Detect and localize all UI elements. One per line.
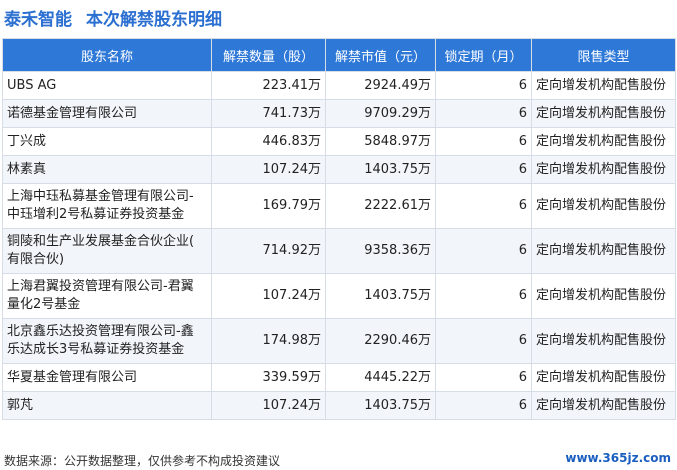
shareholder-name-line: 林素真: [7, 161, 47, 177]
unlock-value-cell: 1403.75万: [325, 155, 436, 184]
column-header-quantity: 解禁数量（股）: [211, 38, 326, 72]
column-header-market-value: 解禁市值（元）: [325, 38, 436, 72]
restriction-type-cell: 定向增发机构配售股份: [531, 155, 676, 184]
shareholder-name-cell: 上海君翼投资管理有限公司-君翼 量化2号基金: [2, 273, 212, 319]
table-row: 铜陵和生产业发展基金合伙企业( 有限合伙) 714.92万 9358.36万 6 定向增发…: [2, 228, 676, 274]
site-watermark: www.365jz.com: [565, 451, 671, 465]
column-header-name: 股东名称: [2, 38, 212, 72]
restriction-type-cell: 定向增发机构配售股份: [531, 363, 676, 392]
lock-period-cell: 6: [435, 318, 532, 364]
table-row: 丁兴成 446.83万 5848.97万 6 定向增发机构配售股份: [2, 127, 676, 156]
table-header-row: 股东名称 解禁数量（股） 解禁市值（元） 锁定期（月） 限售类型: [2, 38, 676, 72]
unlock-quantity-cell: 107.24万: [211, 273, 326, 319]
shareholder-name-line: UBS AG: [7, 77, 57, 93]
shareholder-name-cell: 丁兴成: [2, 127, 212, 156]
shareholder-name-line: 中珏增利2号私募证券投资基金: [7, 207, 185, 222]
unlock-value-cell: 9358.36万: [325, 228, 436, 274]
column-header-restriction-type: 限售类型: [531, 38, 676, 72]
unlock-value-cell: 5848.97万: [325, 127, 436, 156]
lock-period-cell: 6: [435, 99, 532, 128]
shareholder-name-line: 华夏基金管理有限公司: [7, 369, 138, 385]
data-source-note: 数据来源：公开数据整理，仅供参考不构成投资建议: [4, 454, 281, 468]
shareholder-name-cell: 诺德基金管理有限公司: [2, 99, 212, 128]
unlock-quantity-cell: 741.73万: [211, 99, 326, 128]
restriction-type-cell: 定向增发机构配售股份: [531, 71, 676, 100]
shareholder-name-line: 郭芃: [7, 397, 34, 413]
unlock-value-cell: 1403.75万: [325, 273, 436, 319]
restriction-type-cell: 定向增发机构配售股份: [531, 228, 676, 274]
shareholder-name-cell: 北京鑫乐达投资管理有限公司-鑫 乐达成长3号私募证券投资基金: [2, 318, 212, 364]
shareholder-name-line: 铜陵和生产业发展基金合伙企业(: [7, 234, 195, 249]
shareholder-name-cell: 华夏基金管理有限公司: [2, 363, 212, 392]
shareholder-name-line: 丁兴成: [7, 133, 47, 149]
restriction-type-cell: 定向增发机构配售股份: [531, 127, 676, 156]
shareholder-name-line: 乐达成长3号私募证券投资基金: [7, 342, 185, 357]
unlock-value-cell: 2290.46万: [325, 318, 436, 364]
shareholder-name-cell: 铜陵和生产业发展基金合伙企业( 有限合伙): [2, 228, 212, 274]
restriction-type-cell: 定向增发机构配售股份: [531, 318, 676, 364]
table-row: 华夏基金管理有限公司 339.59万 4445.22万 6 定向增发机构配售股份: [2, 363, 676, 392]
unlock-value-cell: 2222.61万: [325, 183, 436, 229]
unlock-quantity-cell: 107.24万: [211, 391, 326, 420]
unlock-quantity-cell: 223.41万: [211, 71, 326, 100]
lock-period-cell: 6: [435, 363, 532, 392]
shareholder-name-line: 上海君翼投资管理有限公司-君翼: [7, 279, 194, 294]
lock-period-cell: 6: [435, 228, 532, 274]
restriction-type-cell: 定向增发机构配售股份: [531, 391, 676, 420]
title-bar: 泰禾智能 本次解禁股东明细: [0, 0, 677, 34]
company-name: 泰禾智能: [4, 9, 72, 30]
lock-period-cell: 6: [435, 71, 532, 100]
unlock-value-cell: 1403.75万: [325, 391, 436, 420]
table-row: UBS AG 223.41万 2924.49万 6 定向增发机构配售股份: [2, 71, 676, 100]
table-row: 郭芃 107.24万 1403.75万 6 定向增发机构配售股份: [2, 391, 676, 420]
unlock-value-cell: 4445.22万: [325, 363, 436, 392]
unlock-quantity-cell: 714.92万: [211, 228, 326, 274]
unlock-value-cell: 2924.49万: [325, 71, 436, 100]
lock-period-cell: 6: [435, 391, 532, 420]
lock-period-cell: 6: [435, 155, 532, 184]
shareholder-name-line: 北京鑫乐达投资管理有限公司-鑫: [7, 324, 194, 339]
shareholder-name-line: 有限合伙): [7, 252, 65, 267]
shareholder-name-cell: 郭芃: [2, 391, 212, 420]
shareholder-name-cell: 林素真: [2, 155, 212, 184]
restriction-type-cell: 定向增发机构配售股份: [531, 99, 676, 128]
shareholder-name-line: 诺德基金管理有限公司: [7, 105, 138, 121]
shareholder-name-cell: 上海中珏私募基金管理有限公司- 中珏增利2号私募证券投资基金: [2, 183, 212, 229]
table-row: 上海中珏私募基金管理有限公司- 中珏增利2号私募证券投资基金 169.79万 2222…: [2, 183, 676, 229]
page-title: 本次解禁股东明细: [86, 9, 222, 30]
unlock-quantity-cell: 446.83万: [211, 127, 326, 156]
table-row: 诺德基金管理有限公司 741.73万 9709.29万 6 定向增发机构配售股份: [2, 99, 676, 128]
unlock-quantity-cell: 339.59万: [211, 363, 326, 392]
table-row: 北京鑫乐达投资管理有限公司-鑫 乐达成长3号私募证券投资基金 174.98万 2290…: [2, 318, 676, 364]
lock-period-cell: 6: [435, 183, 532, 229]
table-row: 上海君翼投资管理有限公司-君翼 量化2号基金 107.24万 1403.75万 6 定向增…: [2, 273, 676, 319]
unlock-value-cell: 9709.29万: [325, 99, 436, 128]
restriction-type-cell: 定向增发机构配售股份: [531, 273, 676, 319]
restriction-type-cell: 定向增发机构配售股份: [531, 183, 676, 229]
shareholder-name-cell: UBS AG: [2, 71, 212, 100]
table-row: 林素真 107.24万 1403.75万 6 定向增发机构配售股份: [2, 155, 676, 184]
unlock-shareholder-table: 股东名称 解禁数量（股） 解禁市值（元） 锁定期（月） 限售类型 UBS AG 2…: [2, 38, 676, 420]
shareholder-name-line: 上海中珏私募基金管理有限公司-: [7, 189, 194, 204]
shareholder-name-line: 量化2号基金: [7, 297, 81, 312]
lock-period-cell: 6: [435, 127, 532, 156]
unlock-quantity-cell: 107.24万: [211, 155, 326, 184]
column-header-lock-period: 锁定期（月）: [435, 38, 532, 72]
table-body: UBS AG 223.41万 2924.49万 6 定向增发机构配售股份 诺德基金管理有限…: [2, 71, 676, 420]
unlock-quantity-cell: 169.79万: [211, 183, 326, 229]
lock-period-cell: 6: [435, 273, 532, 319]
unlock-quantity-cell: 174.98万: [211, 318, 326, 364]
